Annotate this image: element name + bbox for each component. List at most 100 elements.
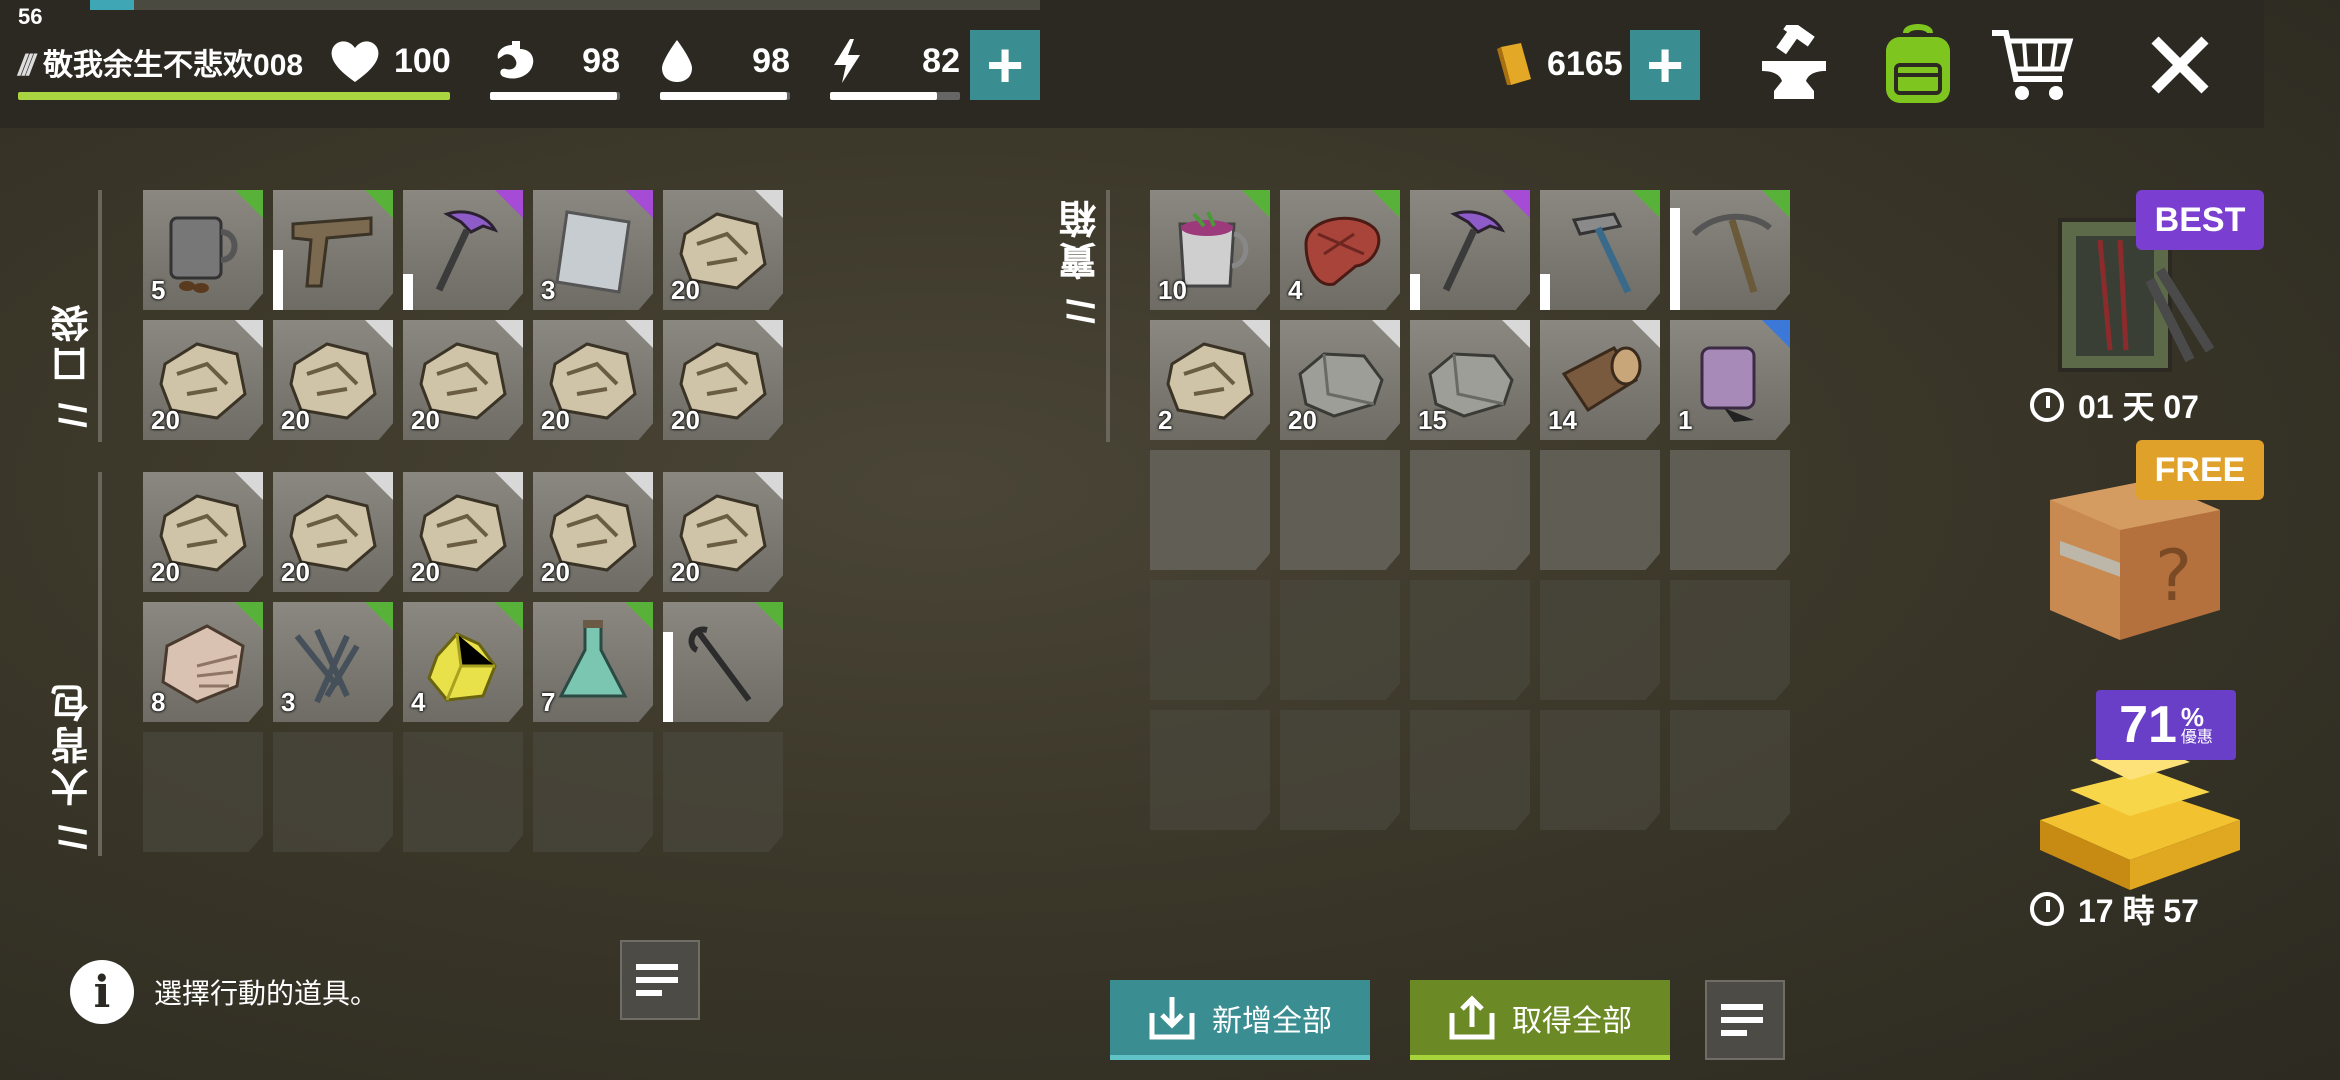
inventory-slot[interactable]: 2 xyxy=(1150,320,1270,440)
empty-slot[interactable] xyxy=(1280,710,1400,830)
rarity-corner xyxy=(625,472,653,500)
inventory-slot[interactable]: 20 xyxy=(663,320,783,440)
add-stats-button[interactable]: + xyxy=(970,30,1040,100)
durability-bar xyxy=(1670,208,1680,310)
inventory-slot[interactable]: 5 xyxy=(143,190,263,310)
empty-slot[interactable] xyxy=(1540,580,1660,700)
rarity-corner xyxy=(495,320,523,348)
rarity-corner xyxy=(1632,190,1660,218)
empty-slot[interactable] xyxy=(533,732,653,852)
inventory-slot[interactable]: 8 xyxy=(143,602,263,722)
info-text: 選擇行動的道具。 xyxy=(154,978,379,1009)
backpack-button[interactable] xyxy=(1870,20,1966,110)
rarity-corner xyxy=(495,472,523,500)
anvil-icon xyxy=(1762,25,1826,99)
gold-value: 6165 xyxy=(1547,44,1623,83)
rarity-corner xyxy=(365,602,393,630)
pocket-section-label: // 口袋 xyxy=(46,300,101,428)
energy-bar-fill xyxy=(830,92,937,100)
cart-icon xyxy=(1992,30,2074,100)
close-button[interactable] xyxy=(2132,20,2228,110)
empty-slot[interactable] xyxy=(273,732,393,852)
inventory-slot[interactable]: 4 xyxy=(403,602,523,722)
gold-offer-timer: 17 時 57 xyxy=(2030,886,2199,932)
inventory-slot[interactable]: 4 xyxy=(1280,190,1400,310)
inventory-slot[interactable] xyxy=(1540,190,1660,310)
svg-text:?: ? xyxy=(2155,535,2192,617)
empty-slot[interactable] xyxy=(1540,450,1660,570)
empty-slot[interactable] xyxy=(1150,450,1270,570)
empty-slot[interactable] xyxy=(1670,710,1790,830)
empty-slot[interactable] xyxy=(1280,580,1400,700)
inventory-slot[interactable]: 14 xyxy=(1540,320,1660,440)
inventory-slot[interactable] xyxy=(663,602,783,722)
item-count: 20 xyxy=(541,557,570,587)
empty-slot[interactable] xyxy=(1670,580,1790,700)
inventory-slot[interactable]: 20 xyxy=(273,320,393,440)
info-icon: i xyxy=(70,960,134,1024)
inventory-slot[interactable]: 3 xyxy=(533,190,653,310)
inventory-slot[interactable]: 20 xyxy=(663,472,783,592)
inventory-slot[interactable]: 10 xyxy=(1150,190,1270,310)
item-count: 14 xyxy=(1548,405,1577,435)
discount-word: 優惠 xyxy=(2180,729,2213,746)
inventory-slot[interactable]: 20 xyxy=(403,320,523,440)
backpack-label: 大背包 xyxy=(53,680,95,806)
rarity-corner xyxy=(235,320,263,348)
inventory-slot[interactable]: 20 xyxy=(533,320,653,440)
health-value: 100 xyxy=(394,41,451,80)
inventory-slot[interactable] xyxy=(403,190,523,310)
item-count: 8 xyxy=(151,687,166,717)
inventory-slot[interactable]: 20 xyxy=(533,472,653,592)
rarity-corner xyxy=(1502,320,1530,348)
empty-slot[interactable] xyxy=(143,732,263,852)
item-count: 4 xyxy=(1288,275,1303,305)
clock-icon xyxy=(2030,388,2064,422)
slash-decoration-icon: // xyxy=(53,384,95,428)
inventory-slot[interactable]: 7 xyxy=(533,602,653,722)
empty-slot[interactable] xyxy=(1540,710,1660,830)
inventory-slot[interactable]: 15 xyxy=(1410,320,1530,440)
empty-slot[interactable] xyxy=(1150,580,1270,700)
backpack-section-label: // 大背包 xyxy=(46,680,101,850)
empty-slot[interactable] xyxy=(1410,580,1530,700)
add-gold-button[interactable]: + xyxy=(1630,30,1700,100)
rarity-corner xyxy=(625,190,653,218)
inventory-slot[interactable]: 3 xyxy=(273,602,393,722)
player-health-bar xyxy=(18,92,450,100)
empty-slot[interactable] xyxy=(1410,710,1530,830)
chest-section-label: // 寶箱 xyxy=(1054,196,1109,324)
inventory-slot[interactable]: 20 xyxy=(143,472,263,592)
inventory-slot[interactable]: 20 xyxy=(403,472,523,592)
inventory-slot[interactable] xyxy=(273,190,393,310)
sort-inventory-button[interactable] xyxy=(620,940,700,1020)
rarity-corner xyxy=(625,602,653,630)
inventory-slot[interactable] xyxy=(1410,190,1530,310)
add-all-button[interactable]: 新增全部 xyxy=(1110,980,1370,1060)
discount-unit: % xyxy=(2180,702,2205,732)
inventory-slot[interactable]: 20 xyxy=(143,320,263,440)
empty-slot[interactable] xyxy=(1150,710,1270,830)
item-count: 10 xyxy=(1158,275,1187,305)
sort-chest-button[interactable] xyxy=(1705,980,1785,1060)
empty-slot[interactable] xyxy=(1670,450,1790,570)
thirst-value: 98 xyxy=(752,41,790,80)
empty-slot[interactable] xyxy=(1280,450,1400,570)
best-offer-timer: 01 天 07 xyxy=(2030,382,2199,428)
rarity-corner xyxy=(1762,320,1790,348)
inventory-slot[interactable]: 1 xyxy=(1670,320,1790,440)
item-count: 15 xyxy=(1418,405,1447,435)
empty-slot[interactable] xyxy=(403,732,523,852)
take-all-button[interactable]: 取得全部 xyxy=(1410,980,1670,1060)
shop-cart-button[interactable] xyxy=(1984,20,2080,110)
item-count: 20 xyxy=(411,405,440,435)
inventory-slot[interactable]: 20 xyxy=(273,472,393,592)
inventory-slot[interactable]: 20 xyxy=(663,190,783,310)
crafting-anvil-button[interactable] xyxy=(1746,20,1842,110)
inventory-slot[interactable] xyxy=(1670,190,1790,310)
empty-slot[interactable] xyxy=(1410,450,1530,570)
empty-slot[interactable] xyxy=(663,732,783,852)
item-count: 20 xyxy=(541,405,570,435)
chest-label: 寶箱 xyxy=(1061,196,1103,280)
inventory-slot[interactable]: 20 xyxy=(1280,320,1400,440)
